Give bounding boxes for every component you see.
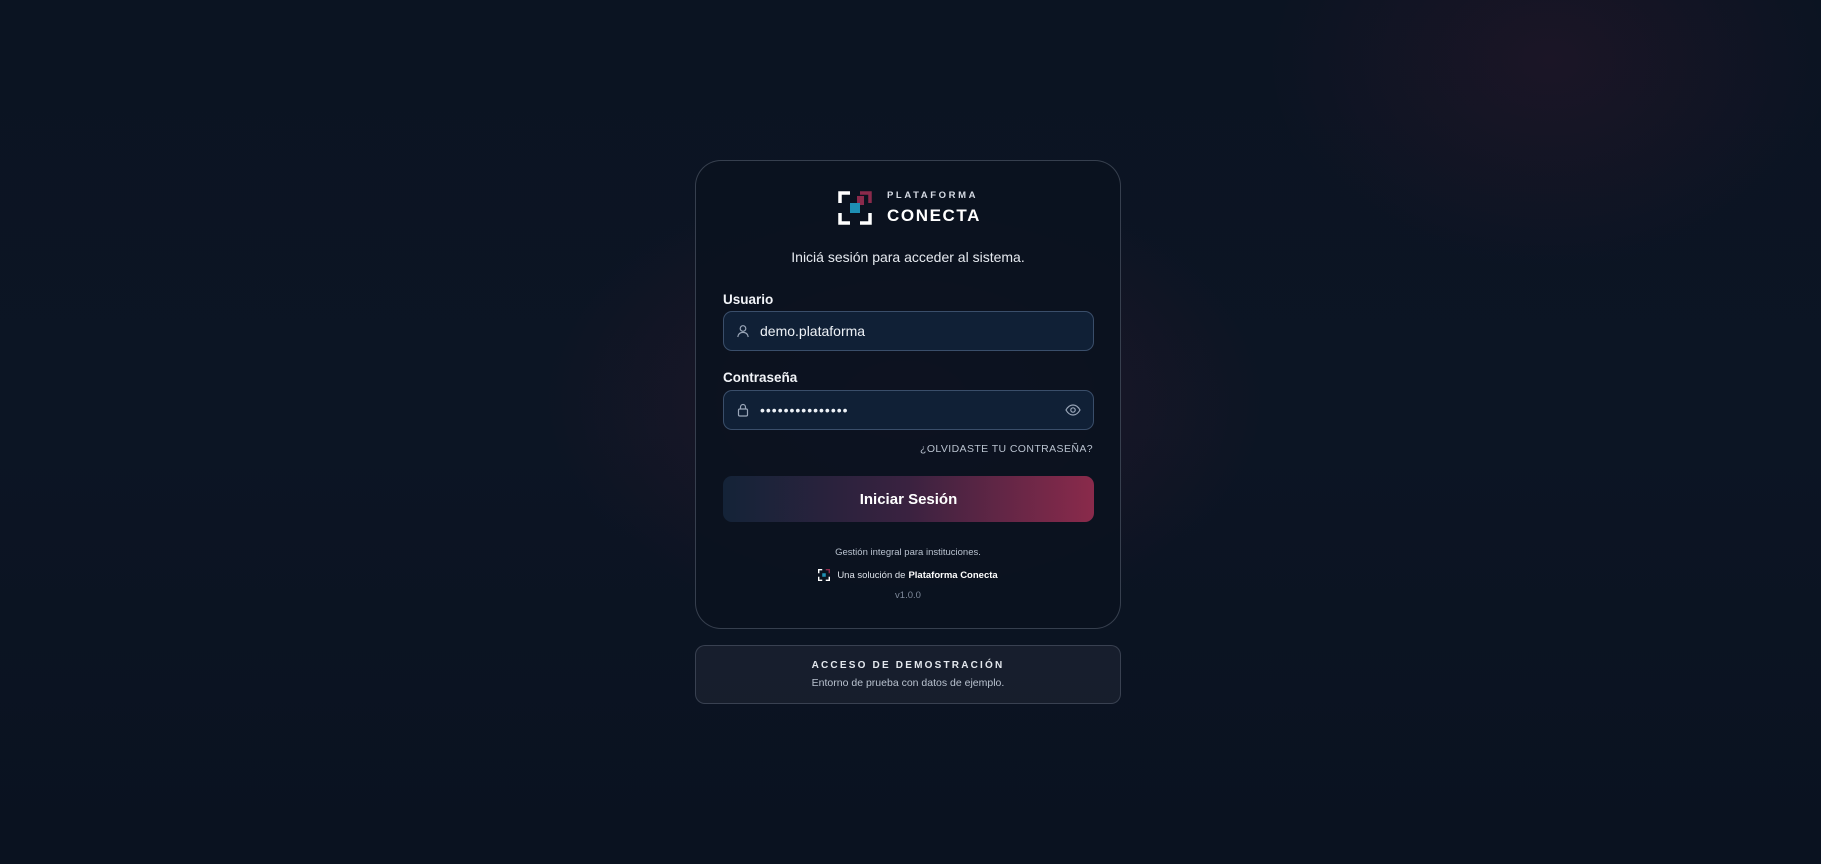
lock-icon — [737, 403, 749, 417]
demo-access-panel: ACCESO DE DEMOSTRACIÓN Entorno de prueba… — [695, 645, 1121, 704]
demo-title: ACCESO DE DEMOSTRACIÓN — [811, 660, 1005, 671]
username-label: Usuario — [723, 292, 774, 307]
password-field[interactable] — [723, 390, 1094, 430]
login-button[interactable]: Iniciar Sesión — [723, 476, 1094, 522]
tagline: Gestión integral para instituciones. — [835, 547, 981, 558]
solution-prefix: Una solución de — [837, 569, 906, 581]
solution-brand: Plataforma Conecta — [908, 569, 998, 581]
logo-small-icon — [818, 569, 831, 581]
password-input[interactable] — [750, 391, 1065, 429]
brand-logo: PLATAFORMA CONECTA — [838, 189, 981, 225]
demo-description: Entorno de prueba con datos de ejemplo. — [811, 677, 1005, 689]
brand-top-line: PLATAFORMA — [887, 189, 979, 201]
version-label: v1.0.0 — [895, 590, 921, 601]
forgot-password-link[interactable]: ¿OLVIDASTE TU CONTRASEÑA? — [920, 443, 1093, 455]
username-field[interactable] — [723, 311, 1094, 351]
user-icon — [737, 325, 749, 338]
login-card: PLATAFORMA CONECTA Iniciá sesión para ac… — [695, 160, 1121, 629]
solution-credit: Una solución de Plataforma Conecta — [696, 568, 1120, 582]
logo-icon — [838, 191, 872, 225]
login-subtitle: Iniciá sesión para acceder al sistema. — [791, 249, 1025, 265]
password-label: Contraseña — [723, 370, 798, 385]
eye-icon[interactable] — [1065, 402, 1081, 418]
brand-name: CONECTA — [887, 205, 981, 225]
username-input[interactable] — [750, 312, 1093, 350]
